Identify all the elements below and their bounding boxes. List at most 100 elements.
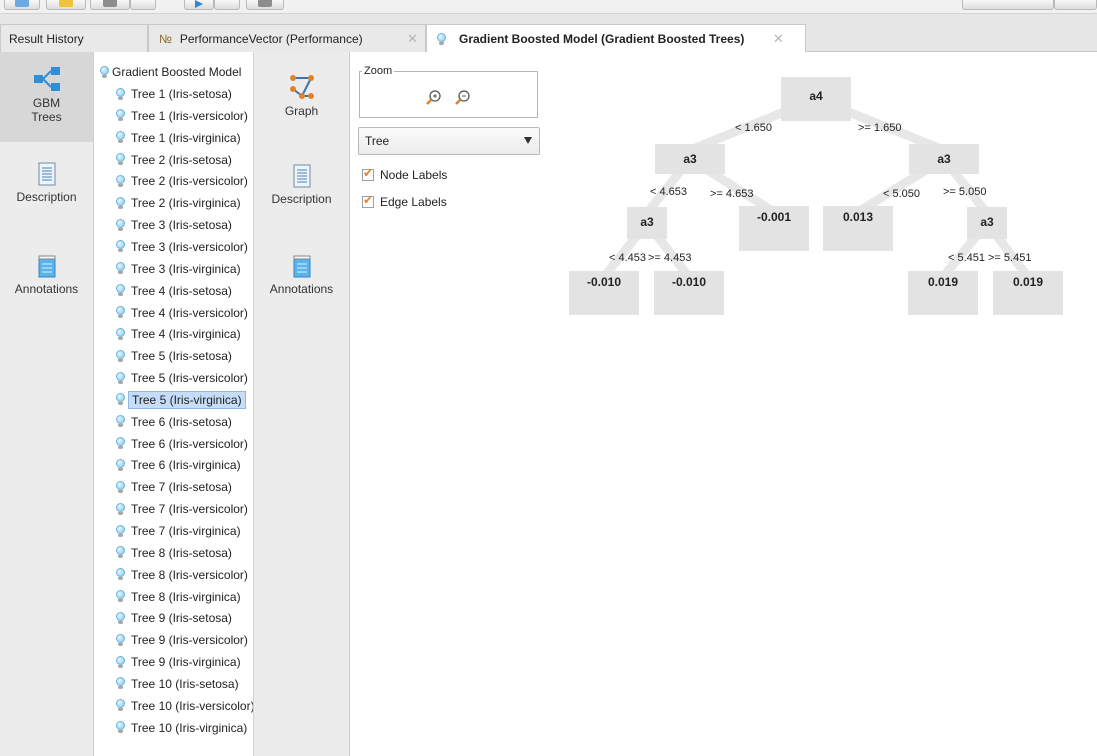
edge-label: >= 5.451: [988, 252, 1032, 264]
tree-leaf-node[interactable]: -0.010: [654, 271, 724, 315]
save-icon: [103, 0, 117, 7]
node-labels-checkbox[interactable]: [362, 166, 374, 181]
tree-list-item[interactable]: Tree 8 (Iris-virginica): [116, 587, 244, 607]
tree-list-item[interactable]: Tree 2 (Iris-virginica): [116, 193, 244, 213]
tab-label: PerformanceVector (Performance): [179, 31, 363, 46]
zoom-in-icon[interactable]: [425, 89, 443, 107]
tree-list-item[interactable]: Tree 10 (Iris-virginica): [116, 718, 250, 738]
node-labels-option[interactable]: Node Labels: [362, 166, 447, 182]
tree-list-item[interactable]: Tree 3 (Iris-virginica): [116, 259, 244, 279]
tree-list-item[interactable]: Tree 8 (Iris-versicolor): [116, 565, 251, 585]
tree-list-item[interactable]: Tree 4 (Iris-versicolor): [116, 303, 251, 323]
tree-split-node[interactable]: a4: [781, 77, 851, 121]
tree-split-node[interactable]: a3: [627, 207, 667, 239]
tree-list-item[interactable]: Tree 5 (Iris-virginica): [116, 390, 246, 410]
sidebar-item-label: GBM Trees: [31, 96, 62, 124]
tree-list-item[interactable]: Tree 3 (Iris-versicolor): [116, 237, 251, 257]
tree-list-item[interactable]: Tree 8 (Iris-setosa): [116, 543, 235, 563]
sidebar-item-label: Graph: [284, 104, 319, 118]
tree-list-item[interactable]: Tree 10 (Iris-setosa): [116, 674, 242, 694]
perspective-button-2[interactable]: [1054, 0, 1097, 10]
perspective-button[interactable]: [962, 0, 1054, 10]
lightbulb-icon: [100, 65, 109, 79]
sidebar-item-annotations[interactable]: Annotations: [0, 254, 93, 314]
tree-list-item[interactable]: Tree 3 (Iris-setosa): [116, 215, 235, 235]
tree-split-node[interactable]: a3: [655, 144, 725, 174]
tree-list-item[interactable]: Tree 2 (Iris-setosa): [116, 150, 235, 170]
graph-options-panel: Zoom Tree Node Labels Edge Labels: [350, 52, 545, 756]
lightbulb-icon: [116, 262, 125, 275]
tab-result-history[interactable]: Result History: [0, 24, 148, 52]
lightbulb-icon: [116, 458, 125, 472]
tree-split-node[interactable]: a3: [909, 144, 979, 174]
tree-list-item[interactable]: Tree 6 (Iris-virginica): [116, 455, 244, 475]
tree-list-item[interactable]: Tree 9 (Iris-versicolor): [116, 630, 251, 650]
sidebar-item-gbm-trees[interactable]: GBM Trees: [0, 52, 93, 142]
close-tab-icon[interactable]: ✕: [407, 31, 418, 47]
tree-list-item[interactable]: Tree 1 (Iris-virginica): [116, 128, 244, 148]
tab-label: Result History: [9, 31, 84, 46]
edge-labels-option[interactable]: Edge Labels: [362, 193, 447, 209]
tree-list-item[interactable]: Tree 1 (Iris-versicolor): [116, 106, 251, 126]
tree-list-item[interactable]: Tree 1 (Iris-setosa): [116, 84, 235, 104]
lightbulb-icon: [116, 568, 125, 581]
tree-leaf-node[interactable]: 0.013: [823, 206, 893, 251]
tree-list-item-label: Tree 6 (Iris-versicolor): [131, 436, 248, 451]
lightbulb-icon: [116, 349, 125, 363]
tree-list-item[interactable]: Tree 5 (Iris-setosa): [116, 346, 235, 366]
lightbulb-icon: [116, 415, 125, 428]
edge-labels-checkbox[interactable]: [362, 193, 374, 208]
new-process-button[interactable]: [4, 0, 40, 10]
save-dropdown-button[interactable]: [130, 0, 156, 10]
tree-list-item[interactable]: Tree 7 (Iris-setosa): [116, 477, 235, 497]
tree-list-item-label: Tree 5 (Iris-setosa): [131, 349, 232, 364]
sidebar-item-annotations[interactable]: Annotations: [254, 254, 349, 314]
lightbulb-icon: [116, 218, 125, 232]
zoom-out-icon[interactable]: [454, 89, 472, 107]
layout-select[interactable]: Tree: [358, 127, 540, 155]
tree-list-item[interactable]: Tree 4 (Iris-virginica): [116, 324, 244, 344]
lightbulb-icon: [116, 524, 125, 538]
tree-list-item[interactable]: Tree 2 (Iris-versicolor): [116, 171, 251, 191]
edge-label: < 5.050: [883, 188, 921, 200]
tree-list-item[interactable]: Tree 10 (Iris-versicolor): [116, 696, 253, 716]
tree-list-item[interactable]: Tree 9 (Iris-setosa): [116, 608, 235, 628]
edge-label: < 5.451: [948, 252, 986, 264]
tree-list-item[interactable]: Tree 4 (Iris-setosa): [116, 281, 235, 301]
run-dropdown-button[interactable]: [214, 0, 240, 10]
folder-icon: [59, 0, 73, 7]
tree-list-item[interactable]: Tree 7 (Iris-versicolor): [116, 499, 251, 519]
lightbulb-icon: [116, 87, 125, 101]
tree-leaf-node[interactable]: -0.001: [739, 206, 809, 251]
tab-gradient-boosted-model[interactable]: Gradient Boosted Model (Gradient Boosted…: [426, 24, 806, 53]
lightbulb-icon: [116, 590, 125, 603]
tree-leaf-node[interactable]: -0.010: [569, 271, 639, 315]
tree-list-item-label: Tree 8 (Iris-versicolor): [131, 567, 248, 582]
tree-list-item[interactable]: Tree 9 (Iris-virginica): [116, 652, 244, 672]
tree-split-node[interactable]: a3: [967, 207, 1007, 239]
stop-button[interactable]: [246, 0, 284, 10]
tree-list-item[interactable]: Tree 6 (Iris-versicolor): [116, 434, 251, 454]
run-button[interactable]: [184, 0, 214, 10]
sidebar-item-description[interactable]: Description: [254, 164, 349, 224]
save-button[interactable]: [90, 0, 130, 10]
graph-icon: [289, 75, 314, 99]
tree-list-item[interactable]: Tree 5 (Iris-versicolor): [116, 368, 251, 388]
tree-list-item-label: Tree 1 (Iris-versicolor): [131, 108, 248, 123]
tree-list-item-label: Tree 4 (Iris-versicolor): [131, 305, 248, 320]
sidebar-item-description[interactable]: Description: [0, 162, 93, 222]
tree-list-item-label: Tree 10 (Iris-setosa): [131, 676, 239, 691]
tree-list-item[interactable]: Tree 6 (Iris-setosa): [116, 412, 235, 432]
tree-root-node[interactable]: Gradient Boosted Model: [100, 65, 241, 79]
tree-leaf-node[interactable]: 0.019: [993, 271, 1063, 315]
open-process-button[interactable]: [46, 0, 86, 10]
chevron-down-icon: [524, 137, 532, 144]
lightbulb-icon: [116, 196, 125, 210]
tab-performance-vector[interactable]: № PerformanceVector (Performance) ✕: [148, 24, 426, 52]
tree-list-item[interactable]: Tree 7 (Iris-virginica): [116, 521, 244, 541]
tree-graph-canvas[interactable]: < 1.650 >= 1.650 < 4.653 >= 4.653 < 5.050 >= …: [545, 52, 1097, 756]
lightbulb-icon: [437, 32, 446, 46]
sidebar-item-graph[interactable]: Graph: [254, 52, 349, 142]
tree-leaf-node[interactable]: 0.019: [908, 271, 978, 315]
close-tab-icon[interactable]: ✕: [773, 31, 784, 47]
